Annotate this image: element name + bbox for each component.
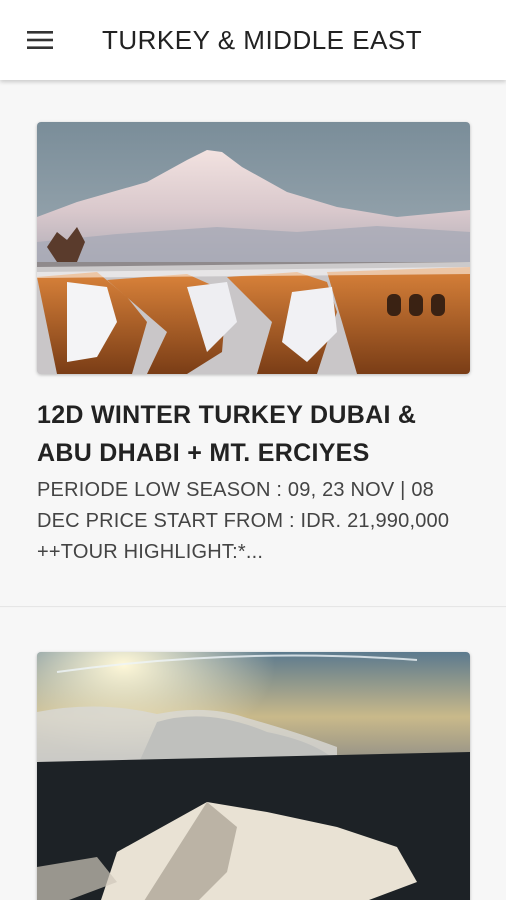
post-card[interactable]: 12D WINTER TURKEY DUBAI & ABU DHABI + MT… [0,80,506,607]
post-card[interactable] [0,608,506,900]
hamburger-menu-icon [27,31,53,49]
app-bar: TURKEY & MIDDLE EAST [0,0,506,80]
menu-button[interactable] [16,20,64,60]
post-title[interactable]: 12D WINTER TURKEY DUBAI & ABU DHABI + MT… [37,396,477,472]
post-feed[interactable]: 12D WINTER TURKEY DUBAI & ABU DHABI + MT… [0,80,506,900]
post-image-winter-mountain[interactable] [37,122,470,374]
post-image-mountain-sunrise[interactable] [37,652,470,900]
page-title: TURKEY & MIDDLE EAST [102,25,423,55]
post-excerpt: PERIODE LOW SEASON : 09, 23 NOV | 08 DEC… [37,479,450,563]
